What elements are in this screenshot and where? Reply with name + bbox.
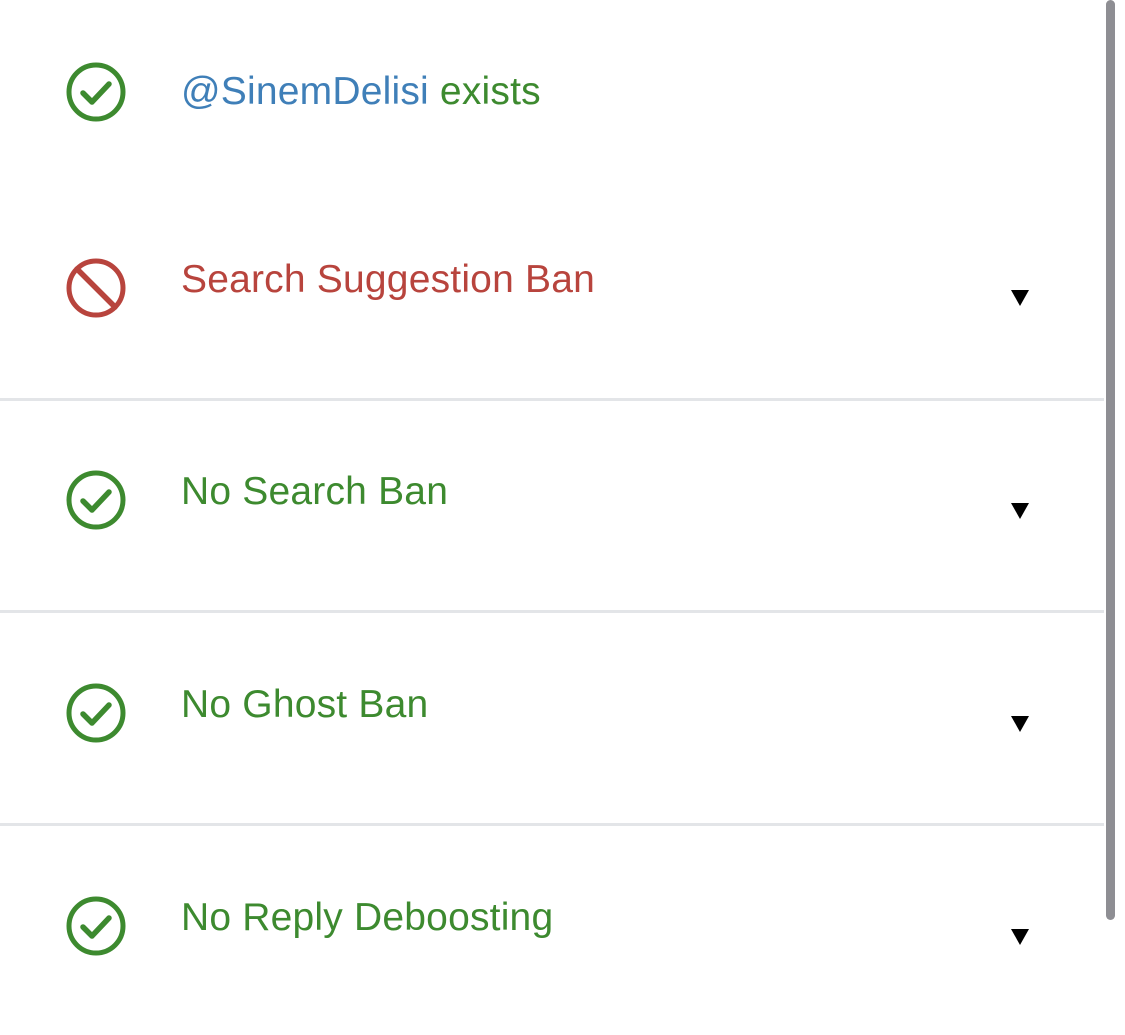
check-label: Search Suggestion Ban <box>181 258 595 301</box>
caret-down-icon[interactable] <box>1009 499 1031 521</box>
account-handle[interactable]: @SinemDelisi <box>181 70 429 113</box>
account-exists-label: @SinemDelisi exists <box>181 68 541 116</box>
check-circle-icon <box>64 60 128 124</box>
check-circle-icon <box>64 681 128 745</box>
caret-down-icon[interactable] <box>1009 925 1031 947</box>
check-row-search-suggestion-ban[interactable]: Search Suggestion Ban <box>0 256 1110 320</box>
account-exists-suffix: exists <box>428 70 541 113</box>
account-exists-row: @SinemDelisi exists <box>0 60 1110 124</box>
scrollbar[interactable] <box>1106 0 1115 920</box>
check-row-no-ghost-ban[interactable]: No Ghost Ban <box>0 681 1110 745</box>
prohibited-icon <box>64 256 128 320</box>
check-label: No Search Ban <box>181 470 449 513</box>
caret-down-icon[interactable] <box>1009 712 1031 734</box>
check-label: No Reply Deboosting <box>181 896 554 939</box>
divider <box>0 823 1110 826</box>
check-circle-icon <box>64 894 128 958</box>
check-label: No Ghost Ban <box>181 683 429 726</box>
check-row-no-search-ban[interactable]: No Search Ban <box>0 468 1110 532</box>
divider <box>0 398 1110 401</box>
check-row-no-reply-deboosting[interactable]: No Reply Deboosting <box>0 894 1110 958</box>
caret-down-icon[interactable] <box>1009 286 1031 308</box>
divider <box>0 610 1110 613</box>
shadowban-results: @SinemDelisi exists Search Suggestion Ba… <box>0 0 1125 1035</box>
check-circle-icon <box>64 468 128 532</box>
